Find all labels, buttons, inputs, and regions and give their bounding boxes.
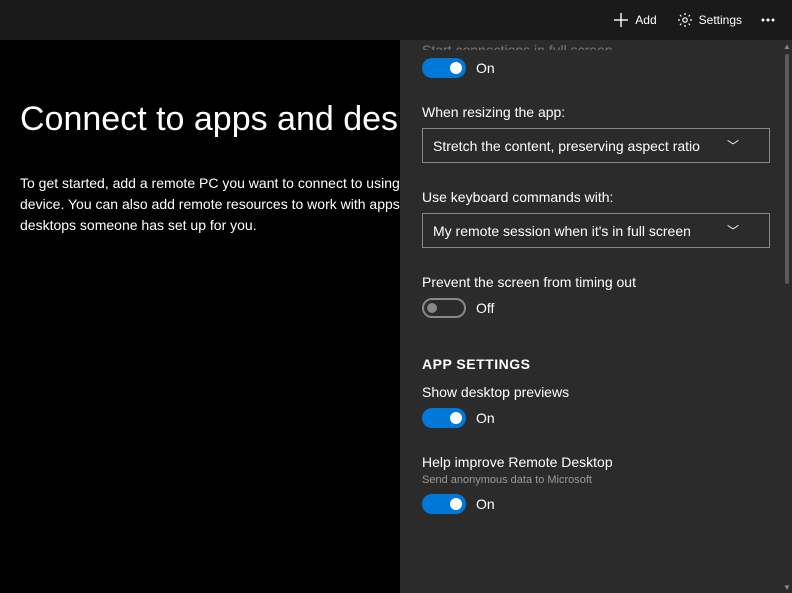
- page-body: To get started, add a remote PC you want…: [20, 173, 440, 236]
- keyboard-block: Use keyboard commands with: My remote se…: [422, 189, 770, 248]
- titlebar: Add Settings: [0, 0, 792, 40]
- timeout-toggle-state: Off: [476, 300, 494, 316]
- scroll-up-icon[interactable]: ▲: [782, 40, 792, 52]
- improve-block: Help improve Remote Desktop Send anonymo…: [422, 454, 770, 514]
- settings-label: Settings: [699, 13, 742, 27]
- settings-panel: Start connections in full screen On When…: [400, 40, 792, 593]
- fullscreen-toggle-row: On: [422, 58, 770, 78]
- scroll-down-icon[interactable]: ▼: [782, 581, 792, 593]
- previews-toggle[interactable]: [422, 408, 466, 428]
- improve-label: Help improve Remote Desktop: [422, 454, 770, 470]
- fullscreen-toggle-state: On: [476, 60, 495, 76]
- settings-button[interactable]: Settings: [667, 6, 752, 34]
- improve-toggle-state: On: [476, 496, 495, 512]
- previews-block: Show desktop previews On: [422, 384, 770, 428]
- timeout-block: Prevent the screen from timing out Off: [422, 274, 770, 318]
- plus-icon: [613, 12, 629, 28]
- improve-toggle[interactable]: [422, 494, 466, 514]
- previews-label: Show desktop previews: [422, 384, 770, 400]
- timeout-label: Prevent the screen from timing out: [422, 274, 770, 290]
- resize-value: Stretch the content, preserving aspect r…: [433, 138, 700, 154]
- resize-block: When resizing the app: Stretch the conte…: [422, 104, 770, 163]
- cutoff-label: Start connections in full screen: [422, 42, 770, 50]
- chevron-down-icon: ﹀: [727, 222, 739, 239]
- timeout-toggle-row: Off: [422, 298, 770, 318]
- add-button[interactable]: Add: [603, 6, 666, 34]
- keyboard-dropdown[interactable]: My remote session when it's in full scre…: [422, 213, 770, 248]
- keyboard-value: My remote session when it's in full scre…: [433, 223, 691, 239]
- app-settings-header: APP SETTINGS: [422, 356, 770, 372]
- ellipsis-icon: [760, 12, 776, 28]
- improve-sublabel: Send anonymous data to Microsoft: [422, 474, 770, 486]
- previews-toggle-row: On: [422, 408, 770, 428]
- timeout-toggle[interactable]: [422, 298, 466, 318]
- add-label: Add: [635, 13, 656, 27]
- fullscreen-toggle[interactable]: [422, 58, 466, 78]
- scroll-thumb[interactable]: [785, 54, 789, 284]
- chevron-down-icon: ﹀: [727, 137, 739, 154]
- resize-label: When resizing the app:: [422, 104, 770, 120]
- gear-icon: [677, 12, 693, 28]
- previews-toggle-state: On: [476, 410, 495, 426]
- improve-toggle-row: On: [422, 494, 770, 514]
- more-button[interactable]: [752, 6, 784, 34]
- panel-scrollbar[interactable]: ▲ ▼: [782, 40, 792, 593]
- resize-dropdown[interactable]: Stretch the content, preserving aspect r…: [422, 128, 770, 163]
- keyboard-label: Use keyboard commands with:: [422, 189, 770, 205]
